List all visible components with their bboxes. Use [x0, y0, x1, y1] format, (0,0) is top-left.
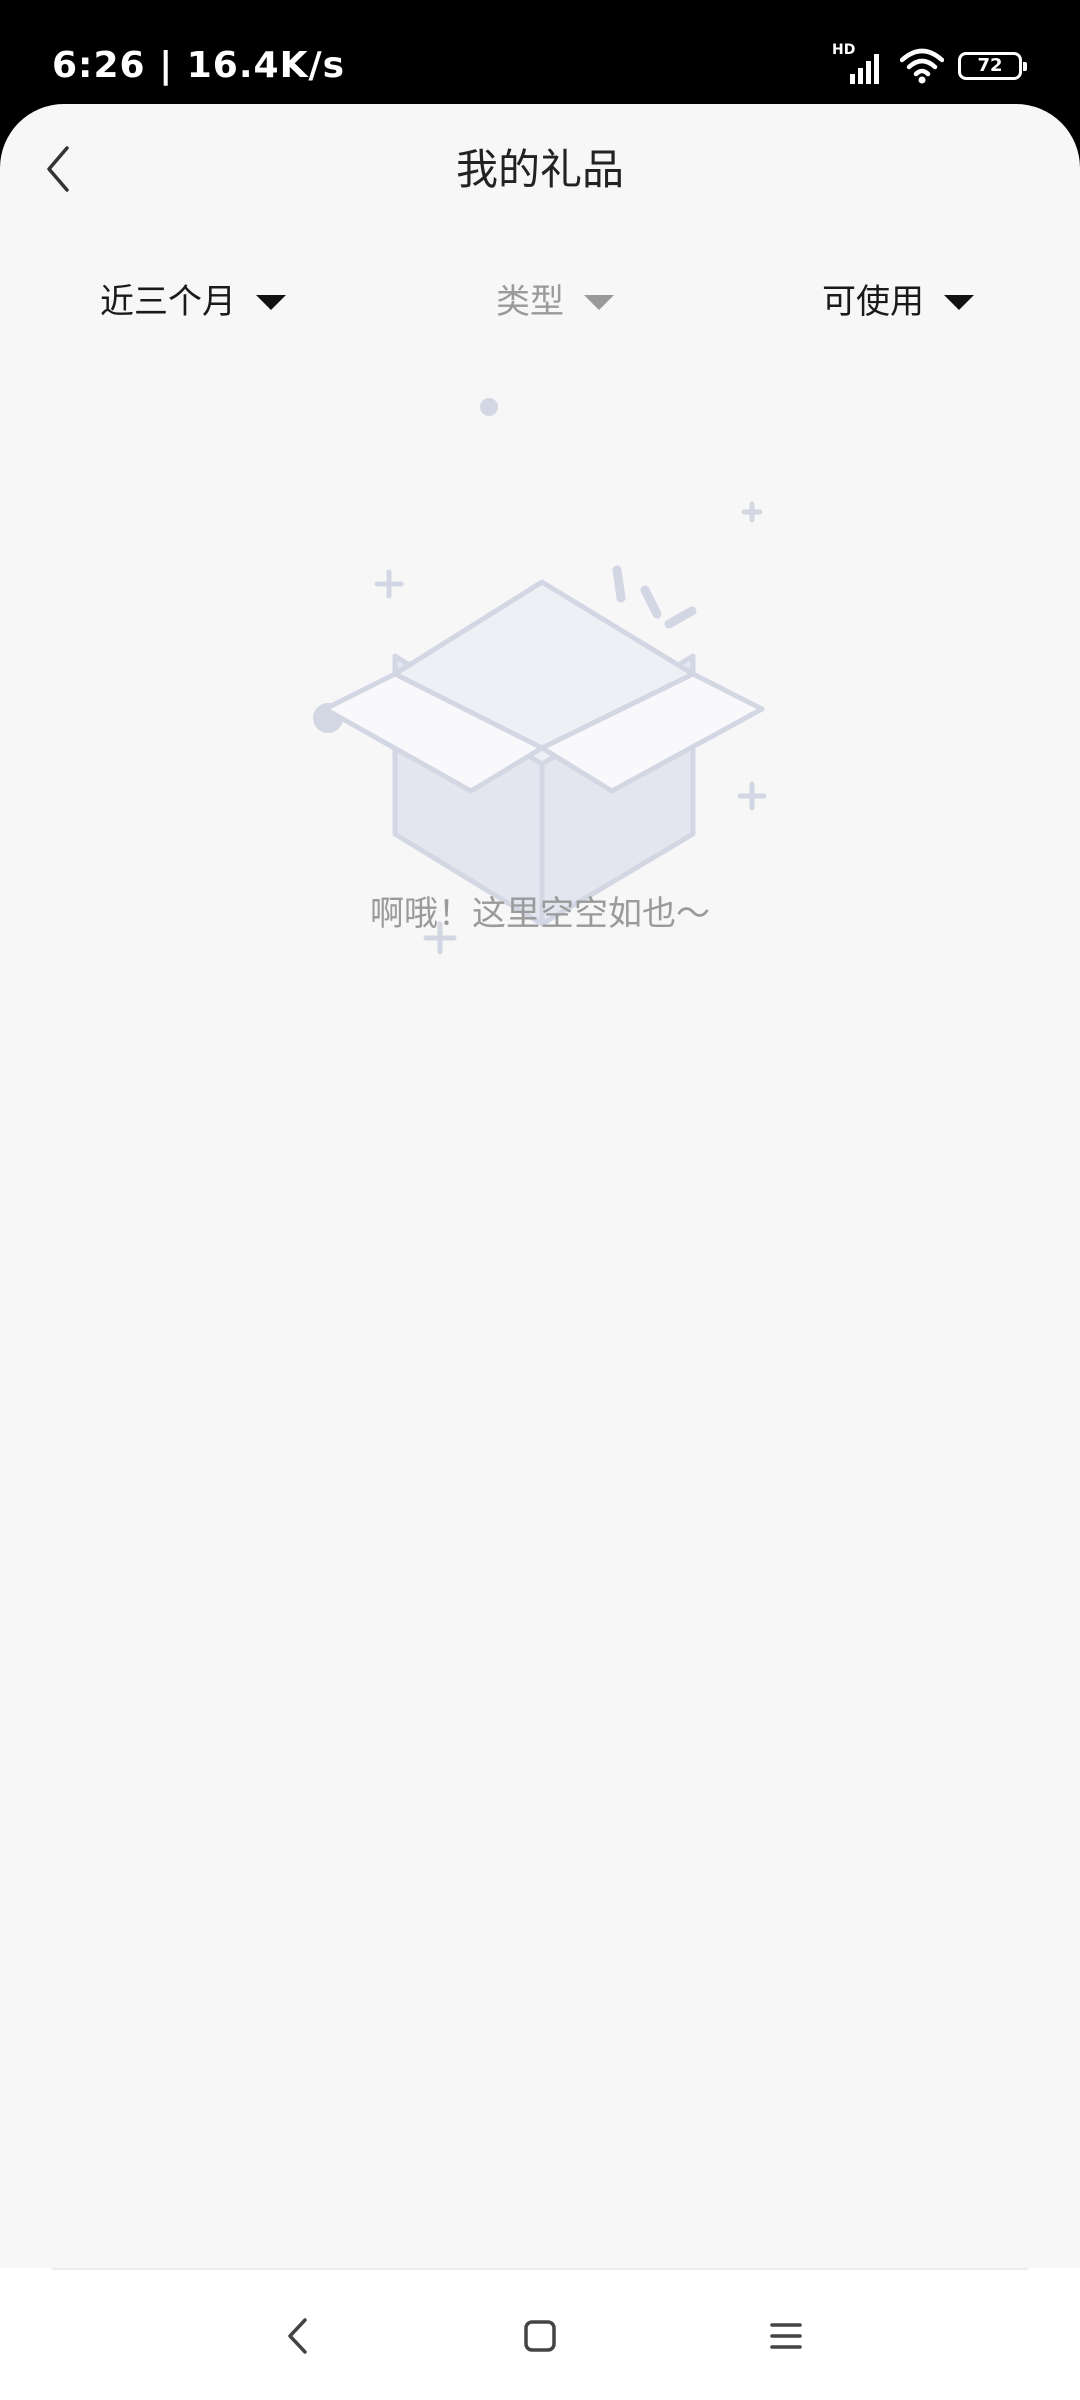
- header: 我的礼品: [0, 104, 1080, 234]
- signal-icon: HD: [832, 42, 886, 84]
- status-bar: 6:26 | 16.4K/s HD 72: [0, 0, 1080, 104]
- filter-time-range-label: 近三个月: [100, 282, 236, 322]
- filter-time-range[interactable]: 近三个月: [100, 264, 286, 340]
- status-icons: HD 72: [832, 42, 1027, 90]
- system-nav-bar: [0, 2268, 1080, 2400]
- nav-home-button[interactable]: [500, 2296, 580, 2376]
- filter-type[interactable]: 类型: [496, 264, 614, 340]
- filter-type-label: 类型: [496, 282, 564, 322]
- nav-home-icon: [524, 2320, 556, 2352]
- filter-bar: 近三个月 类型 可使用: [0, 264, 1080, 340]
- chevron-down-icon: [584, 294, 614, 310]
- filter-status[interactable]: 可使用: [822, 264, 974, 340]
- empty-state-message: 啊哦！这里空空如也～: [370, 894, 710, 934]
- filter-status-label: 可使用: [822, 282, 924, 322]
- chevron-down-icon: [256, 294, 286, 310]
- nav-back-button[interactable]: [258, 2296, 338, 2376]
- nav-menu-icon: [770, 2323, 802, 2349]
- battery-level: 72: [977, 55, 1003, 76]
- chevron-down-icon: [944, 294, 974, 310]
- battery-icon: 72: [958, 52, 1027, 80]
- status-time: 6:26 | 16.4K/s: [52, 45, 346, 86]
- nav-divider: [52, 2268, 1028, 2270]
- nav-menu-button[interactable]: [746, 2296, 826, 2376]
- page-title: 我的礼品: [455, 145, 624, 194]
- wifi-icon: [899, 48, 945, 84]
- app-panel: 我的礼品 近三个月 类型 可使用 啊哦！这里空空如也～: [0, 104, 1080, 2268]
- nav-back-icon: [288, 2318, 307, 2354]
